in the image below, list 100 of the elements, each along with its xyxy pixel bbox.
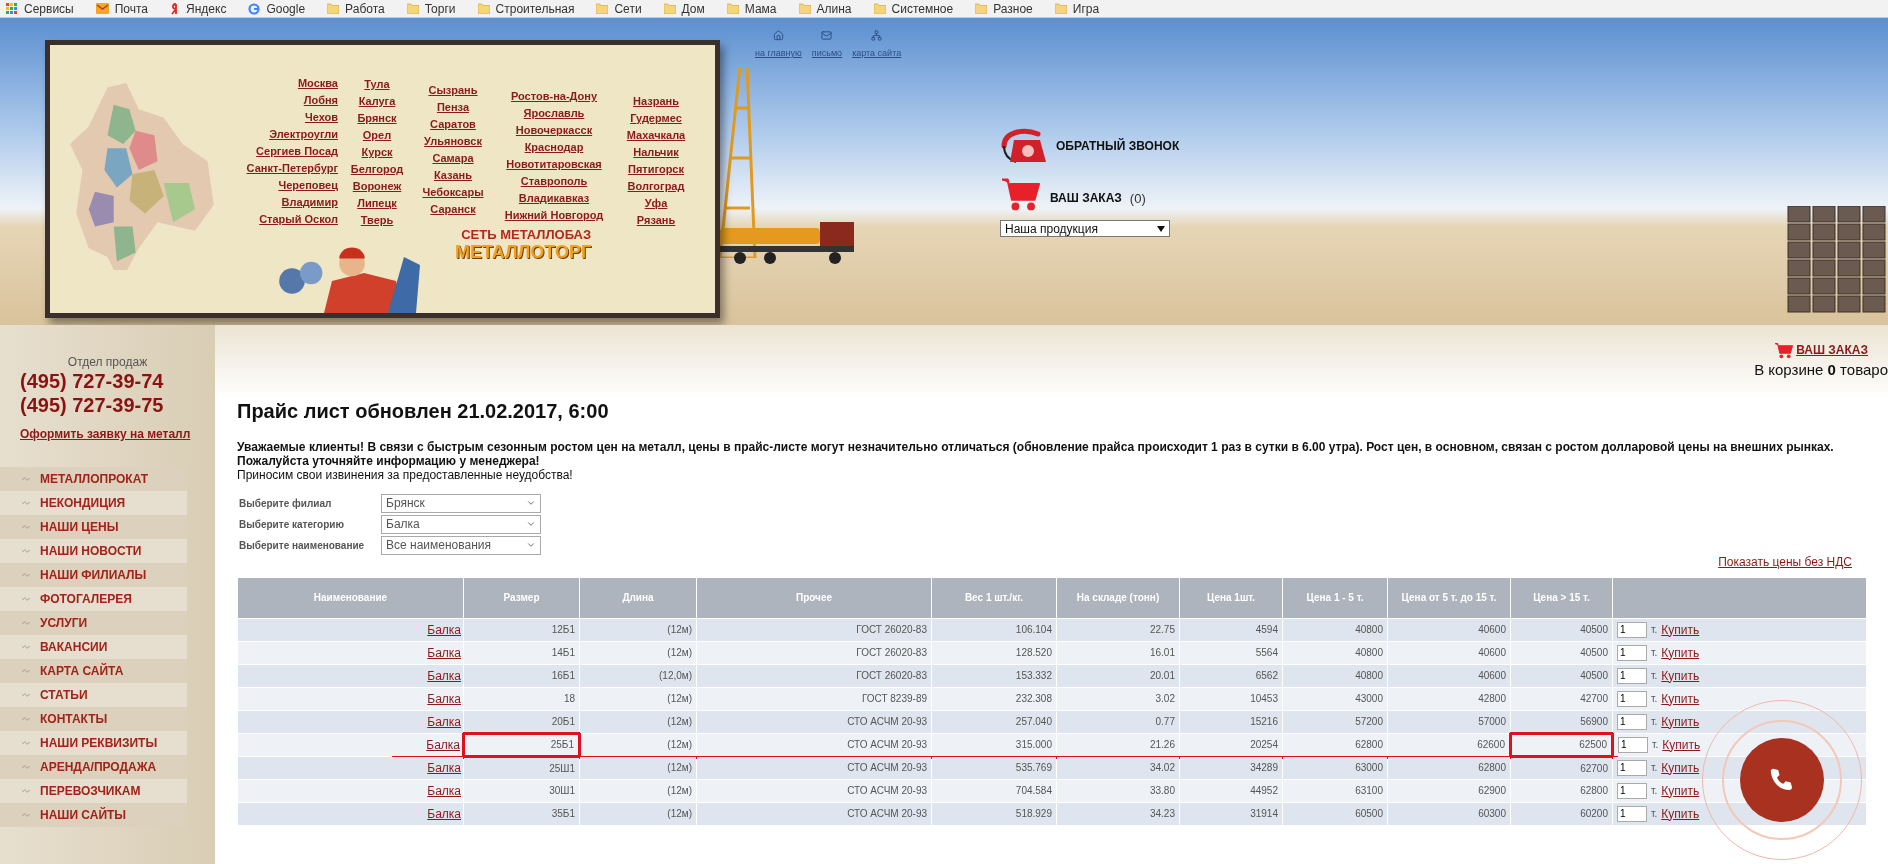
buy-link[interactable]: Купить <box>1661 689 1700 708</box>
quantity-field[interactable]: 1 <box>1618 736 1648 753</box>
city-link[interactable]: Санкт-Петербург <box>246 160 338 176</box>
sidebar-menu-item[interactable]: УСЛУГИ <box>0 611 187 635</box>
city-link[interactable]: Назрань <box>633 93 679 109</box>
city-link[interactable]: Сергиев Посад <box>256 143 338 159</box>
city-link[interactable]: Сызрань <box>428 82 478 98</box>
city-link[interactable]: Калуга <box>358 93 396 109</box>
sidebar-menu-item[interactable]: НАШИ ФИЛИАЛЫ <box>0 563 187 587</box>
city-link[interactable]: Белгород <box>350 161 404 177</box>
sidebar-menu-item[interactable]: ФОТОГАЛЕРЕЯ <box>0 587 187 611</box>
bookmark[interactable]: Сети <box>596 0 642 18</box>
filter-select[interactable]: Все наименования <box>381 535 541 555</box>
bookmark[interactable]: Мама <box>726 0 777 18</box>
product-link[interactable]: Балка <box>427 691 461 706</box>
city-link[interactable]: Электроугли <box>269 126 338 142</box>
sidebar-menu-item[interactable]: КОНТАКТЫ <box>0 707 187 731</box>
product-link[interactable]: Балка <box>427 622 461 637</box>
sidebar-menu-item[interactable]: СТАТЬИ <box>0 683 187 707</box>
city-link[interactable]: Москва <box>297 75 338 91</box>
bookmark[interactable]: Разное <box>975 0 1033 18</box>
quantity-field[interactable]: 1 <box>1617 644 1647 661</box>
city-link[interactable]: Краснодар <box>524 139 584 155</box>
city-link[interactable]: Ярославль <box>523 105 585 121</box>
request-link[interactable]: Оформить заявку на металл <box>20 425 215 443</box>
buy-link[interactable]: Купить <box>1661 666 1700 685</box>
sidebar-menu-item[interactable]: НАШИ САЙТЫ <box>0 803 187 827</box>
city-link[interactable]: Ростов-на-Дону <box>511 88 597 104</box>
product-select[interactable]: Наша продукция <box>1000 220 1170 237</box>
quantity-field[interactable]: 1 <box>1617 667 1647 684</box>
bookmark[interactable]: Алина <box>798 0 852 18</box>
city-link[interactable]: Самара <box>432 150 474 166</box>
sidebar-menu-item[interactable]: НАШИ ЦЕНЫ <box>0 515 187 539</box>
bookmark[interactable]: Работа <box>327 0 385 18</box>
product-link[interactable]: Балка <box>427 714 461 729</box>
bookmark[interactable]: Системное <box>873 0 954 18</box>
product-link[interactable]: Балка <box>427 760 461 775</box>
sidebar-menu-item[interactable]: МЕТАЛЛОПРОКАТ <box>0 467 187 491</box>
bookmark[interactable]: Строительная <box>477 0 575 18</box>
city-link[interactable]: Тверь <box>360 212 394 228</box>
quantity-field[interactable]: 1 <box>1617 805 1647 822</box>
sidebar-menu-item[interactable]: КАРТА САЙТА <box>0 659 187 683</box>
city-link[interactable]: Нальчик <box>633 144 679 160</box>
order-label[interactable]: ВАШ ЗАКАЗ <box>1050 189 1122 207</box>
city-link[interactable]: Орел <box>362 127 392 143</box>
city-link[interactable]: Липецк <box>357 195 397 211</box>
quantity-field[interactable]: 1 <box>1617 782 1647 799</box>
city-link[interactable]: Владикавказ <box>518 190 590 206</box>
city-link[interactable]: Уфа <box>644 195 668 211</box>
city-link[interactable]: Владимир <box>281 194 338 210</box>
city-link[interactable]: Казань <box>434 167 472 183</box>
buy-link[interactable]: Купить <box>1661 804 1700 823</box>
bookmark[interactable]: Сервисы <box>6 0 74 18</box>
bookmark[interactable]: Дом <box>663 0 705 18</box>
bookmark[interactable]: Яндекс <box>170 0 227 18</box>
city-link[interactable]: Череповец <box>278 177 338 193</box>
bookmark[interactable]: Игра <box>1054 0 1100 18</box>
product-link[interactable]: Балка <box>427 783 461 798</box>
city-link[interactable]: Старый Оскол <box>259 211 338 227</box>
vat-prices-link[interactable]: Показать цены без НДС <box>1718 552 1852 571</box>
sidebar-menu-item[interactable]: НЕКОНДИЦИЯ <box>0 491 187 515</box>
city-link[interactable]: Чехов <box>304 109 338 125</box>
buy-link[interactable]: Купить <box>1662 735 1701 754</box>
city-link[interactable]: Ульяновск <box>424 133 482 149</box>
city-link[interactable]: Рязань <box>636 212 676 228</box>
filter-select[interactable]: Брянск <box>381 493 541 513</box>
sidebar-menu-item[interactable]: НАШИ НОВОСТИ <box>0 539 187 563</box>
city-link[interactable]: Нижний Новгород <box>504 207 604 223</box>
product-link[interactable]: Балка <box>426 737 460 752</box>
buy-link[interactable]: Купить <box>1661 781 1700 800</box>
city-link[interactable]: Пенза <box>436 99 470 115</box>
city-link[interactable]: Курск <box>361 144 393 160</box>
quantity-field[interactable]: 1 <box>1617 713 1647 730</box>
city-link[interactable]: Воронеж <box>352 178 402 194</box>
city-link[interactable]: Саратов <box>430 116 476 132</box>
city-link[interactable]: Саранск <box>430 201 476 217</box>
bookmark[interactable]: Торги <box>406 0 456 18</box>
sidebar-menu-item[interactable]: ПЕРЕВОЗЧИКАМ <box>0 779 187 803</box>
sidebar-menu-item[interactable]: НАШИ РЕКВИЗИТЫ <box>0 731 187 755</box>
city-link[interactable]: Ставрополь <box>520 173 588 189</box>
sidebar-menu-item[interactable]: АРЕНДА/ПРОДАЖА <box>0 755 187 779</box>
quantity-field[interactable]: 1 <box>1617 690 1647 707</box>
filter-select[interactable]: Балка <box>381 514 541 534</box>
buy-link[interactable]: Купить <box>1661 620 1700 639</box>
city-link[interactable]: Гудермес <box>630 110 682 126</box>
city-link[interactable]: Волгоград <box>627 178 685 194</box>
product-link[interactable]: Балка <box>427 645 461 660</box>
buy-link[interactable]: Купить <box>1661 643 1700 662</box>
city-link[interactable]: Пятигорск <box>628 161 684 177</box>
quantity-field[interactable]: 1 <box>1617 759 1647 776</box>
buy-link[interactable]: Купить <box>1661 712 1700 731</box>
city-link[interactable]: Новотитаровская <box>506 156 602 172</box>
bookmark[interactable]: Почта <box>95 0 149 18</box>
city-link[interactable]: Брянск <box>357 110 397 126</box>
callback-link[interactable]: ОБРАТНЫЙ ЗВОНОК <box>1056 137 1180 155</box>
city-link[interactable]: Чебоксары <box>422 184 484 200</box>
product-link[interactable]: Балка <box>427 806 461 821</box>
product-link[interactable]: Балка <box>427 668 461 683</box>
quantity-field[interactable]: 1 <box>1617 621 1647 638</box>
city-link[interactable]: Тула <box>364 76 390 92</box>
